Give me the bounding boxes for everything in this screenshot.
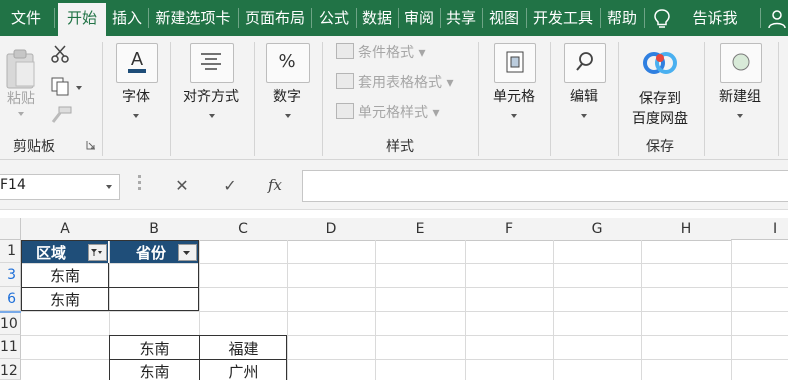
- save-to-baidu-line2[interactable]: 百度网盘: [622, 108, 698, 128]
- paste-label[interactable]: 粘贴: [4, 88, 38, 108]
- tab-share[interactable]: 共享: [441, 0, 481, 36]
- row-header-10[interactable]: 10: [0, 313, 21, 335]
- table-format-icon: [336, 73, 354, 89]
- alignment-button[interactable]: [190, 43, 234, 83]
- number-label[interactable]: 数字: [262, 86, 312, 106]
- number-button[interactable]: %: [266, 43, 310, 83]
- editing-label[interactable]: 编辑: [556, 86, 612, 106]
- cell-c12[interactable]: 广州: [200, 361, 287, 382]
- header-cell-province[interactable]: 省份: [110, 241, 198, 263]
- percent-icon: %: [278, 51, 296, 72]
- insert-function-icon[interactable]: fx: [262, 173, 288, 197]
- header-province-label: 省份: [136, 244, 167, 262]
- cell-style-icon: [336, 103, 354, 119]
- new-group-label[interactable]: 新建组: [708, 86, 772, 106]
- editing-button[interactable]: [564, 43, 606, 83]
- save-to-baidu-line1[interactable]: 保存到: [622, 88, 698, 108]
- name-box-value: F14: [0, 177, 26, 193]
- tab-formulas[interactable]: 公式: [313, 0, 355, 36]
- tab-view[interactable]: 视图: [483, 0, 525, 36]
- table-format-label: 套用表格格式: [358, 75, 442, 91]
- new-group-button[interactable]: [720, 43, 762, 83]
- tab-data[interactable]: 数据: [357, 0, 397, 36]
- tab-page-layout[interactable]: 页面布局: [240, 0, 310, 36]
- cells-label[interactable]: 单元格: [486, 86, 542, 106]
- cell-a6[interactable]: 东南: [22, 289, 108, 310]
- ribbon: 粘贴 剪贴板 A 字体 对齐方式 % 数字 条件格式 ▾ 套用表格格式 ▾ 单元…: [0, 36, 788, 160]
- column-header-e[interactable]: E: [375, 218, 466, 241]
- paste-icon[interactable]: [4, 48, 38, 92]
- column-header-h[interactable]: H: [641, 218, 732, 241]
- column-header-c[interactable]: C: [199, 218, 288, 241]
- styles-group-label: 样式: [386, 139, 414, 155]
- conditional-format-icon: [336, 43, 354, 59]
- tab-new-tab[interactable]: 新建选项卡: [150, 0, 236, 36]
- cancel-icon[interactable]: ✕: [170, 174, 194, 198]
- tell-me-search[interactable]: 告诉我: [680, 0, 750, 36]
- column-header-b[interactable]: B: [109, 218, 200, 241]
- filter-icon-province[interactable]: [178, 244, 197, 261]
- tab-developer[interactable]: 开发工具: [527, 0, 599, 36]
- circle-icon: [732, 53, 750, 71]
- table-format-button[interactable]: 套用表格格式 ▾: [336, 72, 453, 94]
- cell-b12[interactable]: 东南: [110, 361, 199, 382]
- cut-icon[interactable]: [50, 44, 70, 64]
- user-icon[interactable]: [766, 8, 788, 30]
- row-header-6[interactable]: 6: [0, 287, 21, 311]
- conditional-format-label: 条件格式: [358, 45, 414, 61]
- baidu-netdisk-icon[interactable]: [641, 46, 679, 80]
- format-painter-icon[interactable]: [50, 106, 72, 124]
- column-header-a[interactable]: A: [21, 218, 110, 241]
- cells-button[interactable]: [494, 43, 536, 83]
- row-header-3[interactable]: 3: [0, 263, 21, 287]
- column-header-g[interactable]: G: [553, 218, 642, 241]
- dialog-launcher-icon[interactable]: [86, 140, 96, 150]
- cell-b11[interactable]: 东南: [110, 338, 199, 359]
- cell-c11[interactable]: 福建: [200, 338, 287, 359]
- row-header-12[interactable]: 12: [0, 359, 21, 380]
- cell-style-label: 单元格样式: [358, 105, 428, 121]
- formula-bar-grip[interactable]: [138, 175, 141, 195]
- svg-text:A: A: [131, 49, 143, 69]
- formula-input[interactable]: [302, 170, 788, 202]
- tab-help[interactable]: 帮助: [601, 0, 643, 36]
- enter-icon[interactable]: ✓: [218, 174, 242, 198]
- cells-icon: [506, 51, 524, 73]
- align-center-icon: [201, 53, 221, 70]
- row-header-1[interactable]: 1: [0, 240, 21, 263]
- search-icon: [576, 52, 593, 71]
- tab-file[interactable]: 文件: [0, 0, 52, 36]
- copy-icon[interactable]: [50, 76, 70, 96]
- tab-review[interactable]: 审阅: [399, 0, 439, 36]
- font-button[interactable]: A: [116, 43, 158, 83]
- tab-home[interactable]: 开始: [58, 3, 106, 36]
- header-cell-region[interactable]: 区域: [22, 241, 108, 263]
- font-color-icon: A: [128, 49, 146, 73]
- save-group-label: 保存: [646, 139, 674, 155]
- cell-a3[interactable]: 东南: [22, 265, 108, 286]
- row-header-11[interactable]: 11: [0, 335, 21, 359]
- column-header-d[interactable]: D: [287, 218, 376, 241]
- lightbulb-icon[interactable]: [653, 8, 671, 30]
- conditional-format-button[interactable]: 条件格式 ▾: [336, 42, 425, 64]
- header-region-label: 区域: [36, 244, 67, 262]
- column-header-f[interactable]: F: [465, 218, 554, 241]
- menu-bar: 文件 开始 插入 新建选项卡 页面布局 公式 数据 审阅 共享 视图 开发工具 …: [0, 0, 788, 36]
- alignment-label[interactable]: 对齐方式: [176, 86, 246, 106]
- select-all-corner[interactable]: [0, 218, 21, 240]
- font-label[interactable]: 字体: [108, 86, 164, 106]
- column-header-i[interactable]: I: [731, 218, 788, 240]
- cell-style-button[interactable]: 单元格样式 ▾: [336, 102, 439, 124]
- filter-icon-region[interactable]: [88, 244, 107, 261]
- tab-insert[interactable]: 插入: [106, 0, 148, 36]
- clipboard-group-label: 剪贴板: [13, 139, 55, 155]
